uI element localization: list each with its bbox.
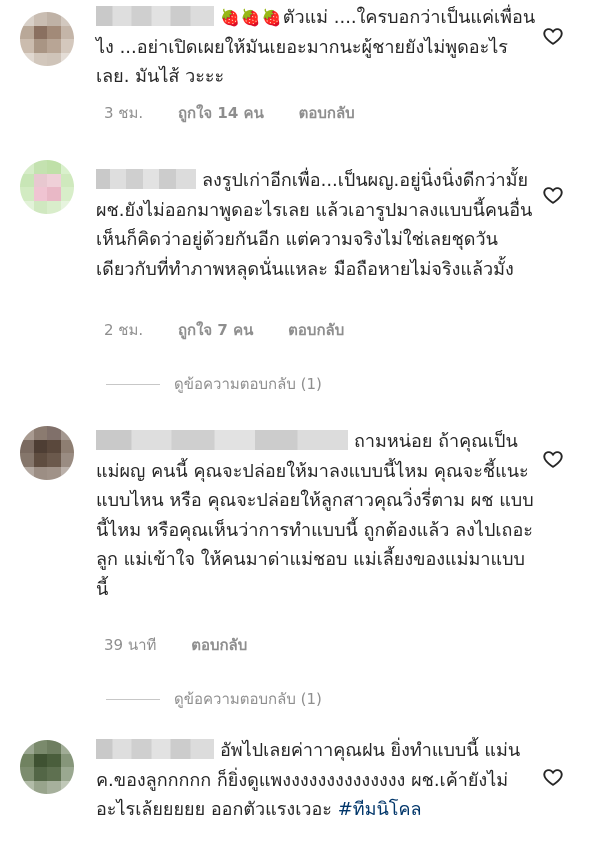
comment-meta: 39 นาที ตอบกลับ (104, 633, 277, 657)
view-replies-button[interactable]: ดูข้อความตอบกลับ (1) (106, 372, 322, 396)
comment-time: 2 ชม. (104, 321, 144, 339)
comment-time: 3 ชม. (104, 104, 144, 122)
likes-count[interactable]: ถูกใจ 14 คน (178, 104, 264, 122)
username-blurred[interactable] (96, 739, 214, 759)
avatar[interactable] (20, 740, 74, 794)
avatar[interactable] (20, 12, 74, 66)
comment-text: อัพไปเลยค่าาาคุณฝน ยิ่งทำแบบนี้ แม่นค.ขอ… (96, 739, 521, 820)
divider-line (106, 698, 160, 700)
comment-text: 🍓🍓🍓ตัวแม่ ....ใครบอกว่าเป็นแค่เพื่อนไง .… (96, 6, 536, 87)
username-blurred[interactable] (96, 6, 214, 26)
heart-icon[interactable] (542, 448, 564, 470)
heart-icon[interactable] (542, 184, 564, 206)
comment-text: ถามหน่อย ถ้าคุณเป็นแม่ผญ คนนี้ คุณจะปล่อ… (96, 430, 534, 600)
avatar[interactable] (20, 426, 74, 480)
avatar[interactable] (20, 160, 74, 214)
username-blurred[interactable] (96, 169, 196, 189)
reply-button[interactable]: ตอบกลับ (299, 104, 355, 122)
divider-line (106, 383, 160, 385)
comment-meta: 3 ชม. ถูกใจ 14 คน ตอบกลับ (104, 101, 385, 125)
heart-icon[interactable] (542, 766, 564, 788)
username-blurred[interactable] (96, 430, 348, 450)
heart-icon[interactable] (542, 25, 564, 47)
likes-count[interactable]: ถูกใจ 7 คน (178, 321, 253, 339)
comment-meta: 2 ชม. ถูกใจ 7 คน ตอบกลับ (104, 318, 374, 342)
comment-time: 39 นาที (104, 636, 157, 654)
view-replies-button[interactable]: ดูข้อความตอบกลับ (1) (106, 687, 322, 711)
hashtag-link[interactable]: #ทีมนิโคล (338, 799, 422, 820)
reply-button[interactable]: ตอบกลับ (191, 636, 247, 654)
strawberry-emoji: 🍓🍓🍓 (220, 8, 283, 27)
reply-button[interactable]: ตอบกลับ (288, 321, 344, 339)
comment-text: ลงรูปเก่าอีกเพื่อ...เป็นผญ.อยู่นิ่งนิ่งด… (96, 169, 533, 280)
